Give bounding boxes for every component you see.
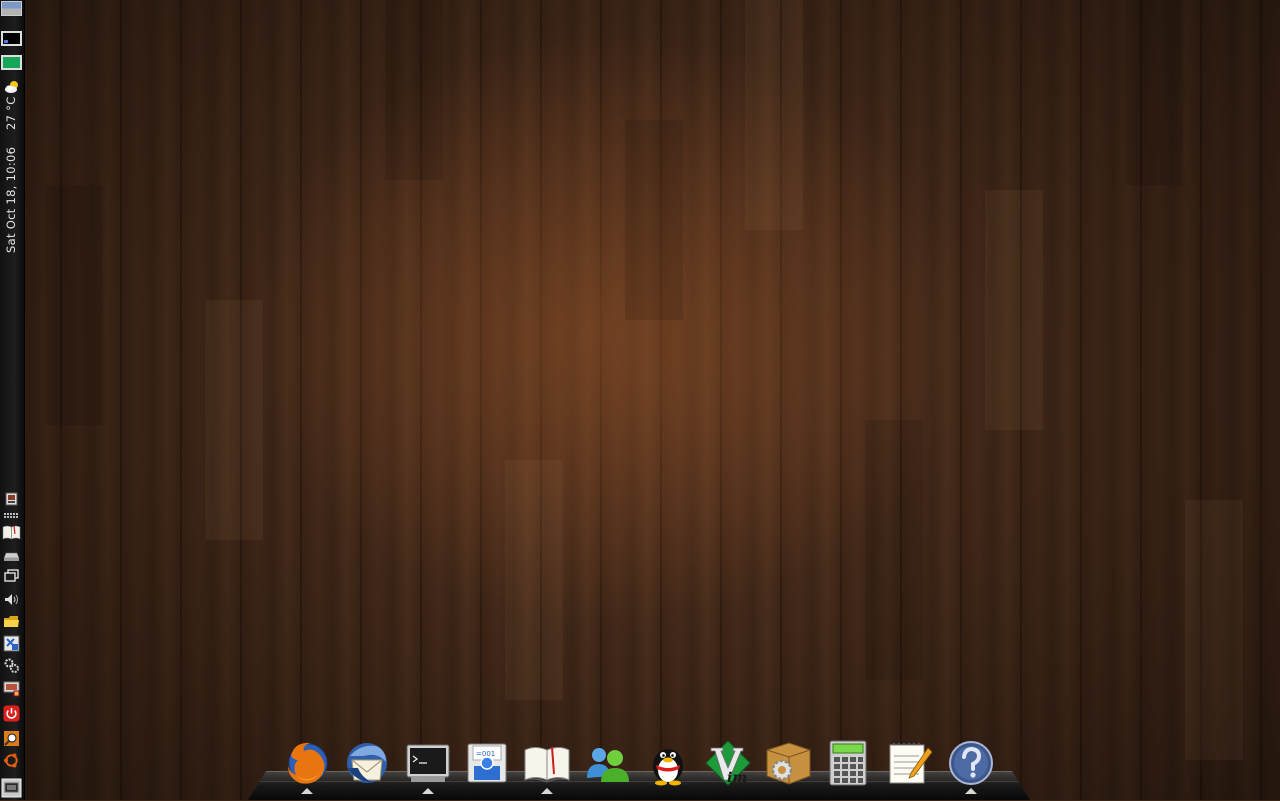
package-gear-icon bbox=[766, 742, 811, 785]
running-indicator bbox=[965, 788, 977, 794]
vim-icon: im bbox=[705, 740, 751, 786]
dock-item-thunderbird[interactable] bbox=[342, 738, 392, 790]
workspace-3-switcher[interactable] bbox=[1, 55, 22, 70]
dock-item-calculator[interactable] bbox=[823, 738, 873, 790]
ubuntu-icon[interactable] bbox=[3, 752, 20, 769]
drive-icon[interactable] bbox=[3, 547, 20, 564]
temperature-label[interactable]: 27 °C bbox=[4, 96, 18, 130]
windows-icon[interactable] bbox=[3, 567, 20, 584]
folder-icon[interactable] bbox=[3, 613, 20, 630]
dock-item-package-manager[interactable] bbox=[763, 738, 813, 790]
dock-item-messenger[interactable] bbox=[583, 738, 633, 790]
svg-text:im: im bbox=[727, 770, 747, 786]
stardict-icon[interactable] bbox=[2, 523, 21, 541]
running-indicator bbox=[541, 788, 553, 794]
partly-cloudy-icon[interactable] bbox=[4, 80, 20, 94]
clock-label[interactable]: Sat Oct 18, 10:06 bbox=[4, 141, 18, 253]
dock-item-terminal[interactable] bbox=[403, 738, 453, 790]
volume-icon[interactable] bbox=[3, 591, 20, 608]
show-desktop-icon[interactable] bbox=[1, 778, 22, 798]
power-icon[interactable] bbox=[3, 705, 20, 722]
messenger-people-icon bbox=[587, 748, 629, 782]
dock-item-qq[interactable] bbox=[643, 738, 693, 790]
window-list-icon[interactable] bbox=[3, 491, 20, 508]
grip-dots-icon[interactable] bbox=[3, 511, 20, 519]
terminal-icon bbox=[406, 744, 450, 782]
dock-item-vim[interactable]: im bbox=[703, 738, 753, 790]
dock-item-firefox[interactable] bbox=[282, 738, 332, 790]
workspace-1-switcher[interactable] bbox=[1, 1, 22, 16]
dock-item-text-editor[interactable] bbox=[884, 738, 934, 790]
dock-item-dictionary[interactable] bbox=[522, 738, 572, 790]
preferences-icon[interactable] bbox=[3, 657, 20, 674]
mini-window bbox=[4, 40, 8, 43]
qq-penguin-icon bbox=[653, 749, 683, 786]
dock-item-help[interactable] bbox=[946, 738, 996, 790]
search-icon[interactable] bbox=[3, 730, 20, 747]
calculator-icon bbox=[829, 740, 867, 786]
thunderbird-icon bbox=[347, 743, 387, 783]
dock-item-backup[interactable]: =001 bbox=[462, 738, 512, 790]
display-settings-icon[interactable] bbox=[3, 680, 20, 697]
firefox-icon bbox=[288, 742, 328, 784]
workspace-2-switcher[interactable] bbox=[1, 31, 22, 46]
notepad-pencil-icon bbox=[889, 742, 933, 784]
dictionary-book-icon bbox=[524, 746, 570, 783]
running-indicator bbox=[422, 788, 434, 794]
network-icon[interactable] bbox=[3, 635, 20, 652]
backup-floppy-icon: =001 bbox=[467, 743, 507, 783]
left-panel: 27 °C Sat Oct 18, 10:06 bbox=[0, 0, 25, 800]
help-icon bbox=[949, 741, 993, 785]
desktop-wallpaper[interactable] bbox=[0, 0, 1280, 800]
running-indicator bbox=[301, 788, 313, 794]
